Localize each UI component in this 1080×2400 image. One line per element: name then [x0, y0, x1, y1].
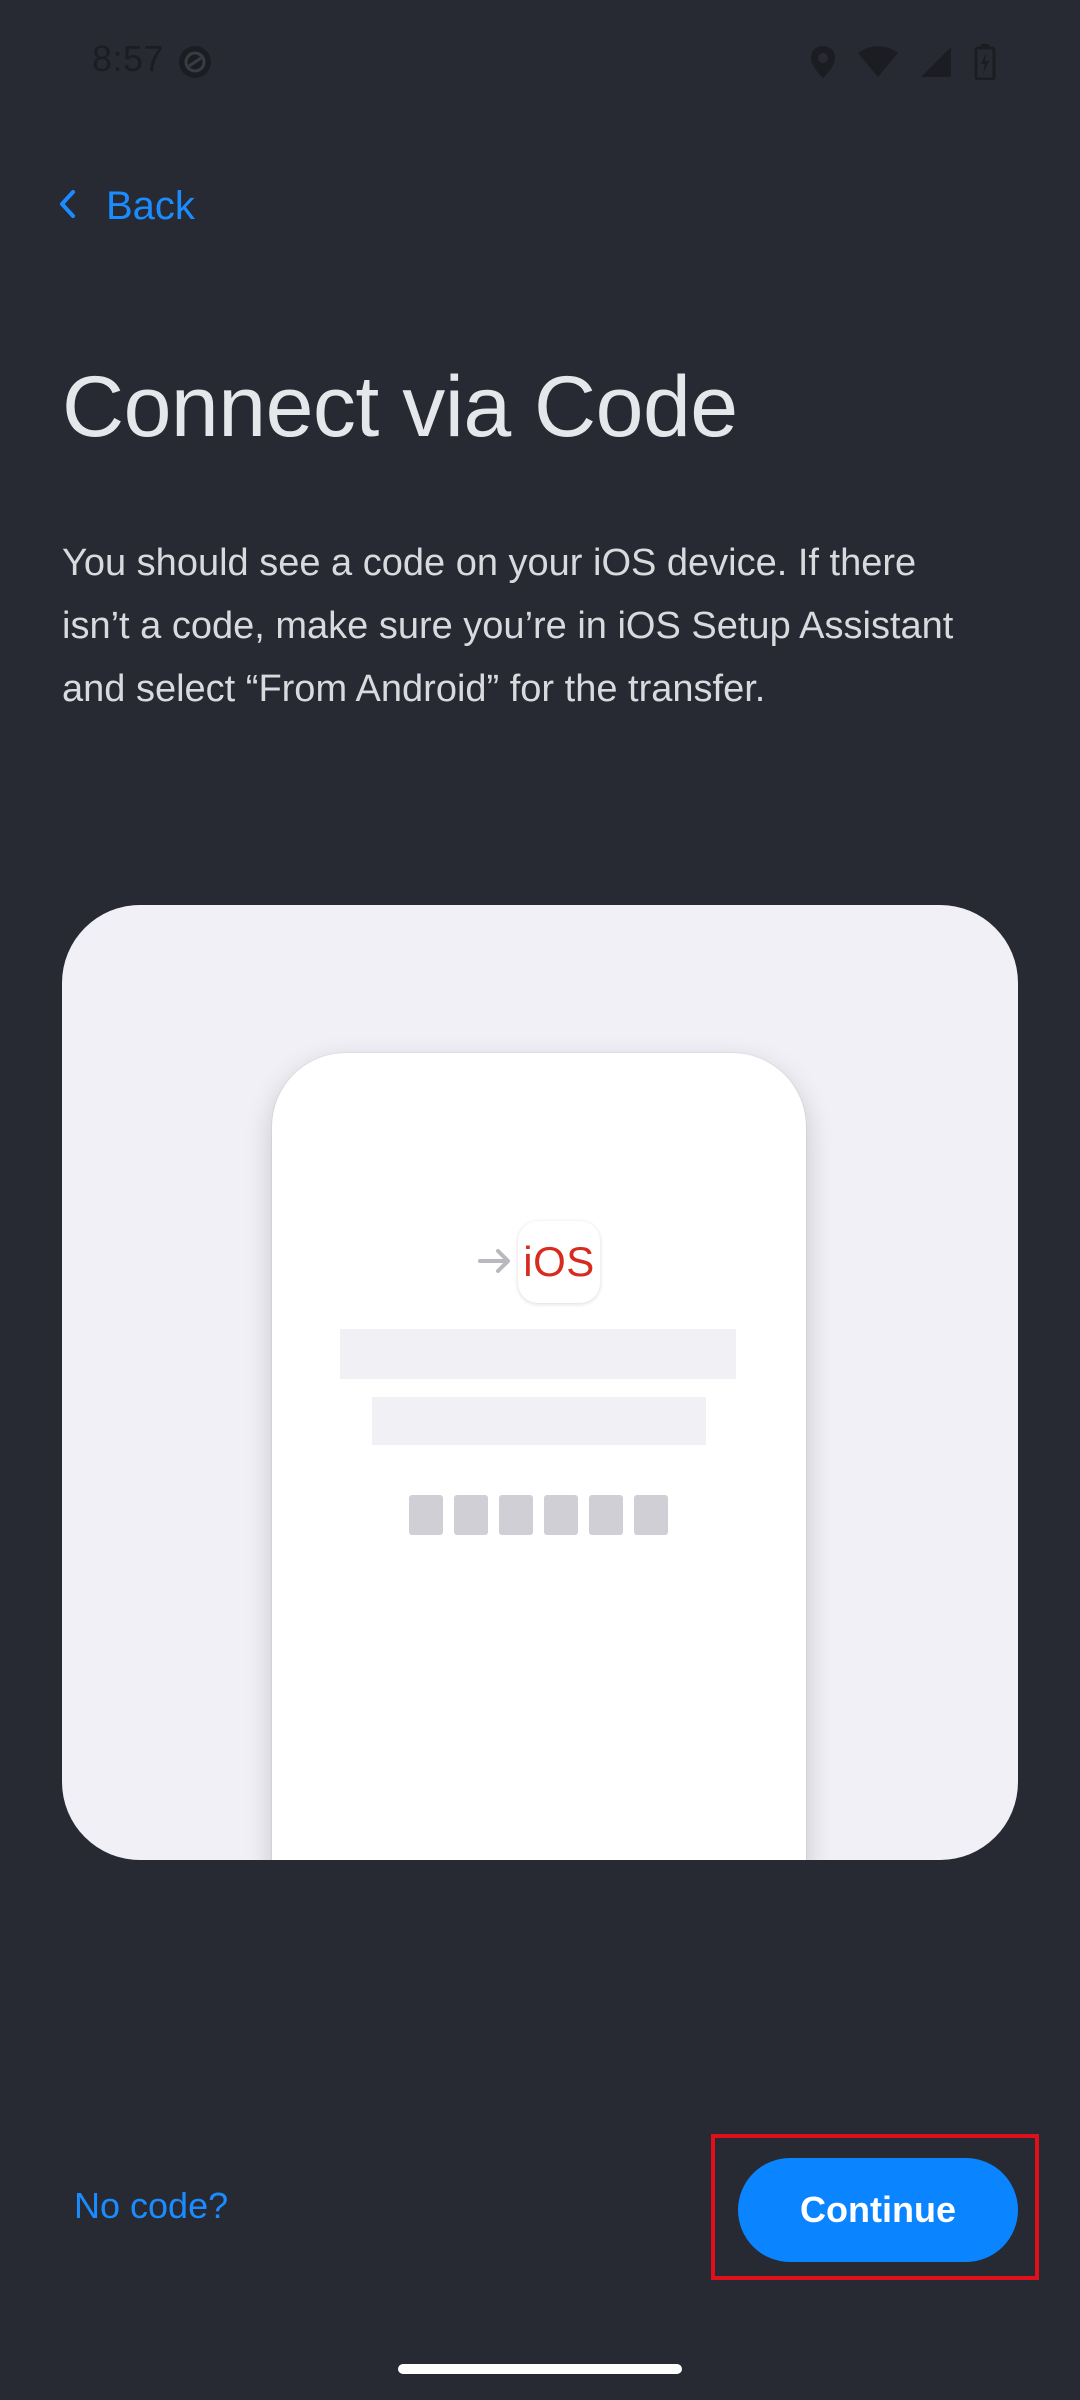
battery-charging-icon: [974, 44, 996, 80]
code-box: [634, 1495, 668, 1535]
app-notification-icon: [178, 45, 212, 79]
chevron-left-icon: [58, 189, 76, 224]
connect-illustration: iOS: [62, 905, 1018, 1860]
cellular-signal-icon: [920, 46, 952, 78]
status-time: 8:57: [92, 38, 165, 79]
code-box: [499, 1495, 533, 1535]
phone-mockup: iOS: [272, 1053, 806, 1860]
page-description: You should see a code on your iOS device…: [62, 542, 954, 710]
code-box: [589, 1495, 623, 1535]
status-bar: 8:57: [0, 0, 1080, 124]
continue-button[interactable]: Continue: [738, 2158, 1018, 2262]
back-button[interactable]: Back: [58, 176, 195, 236]
arrow-right-icon: [478, 1247, 514, 1275]
code-boxes: [409, 1495, 668, 1535]
code-box: [544, 1495, 578, 1535]
code-box: [454, 1495, 488, 1535]
ios-logo-text: iOS: [523, 1238, 595, 1285]
placeholder-text-line: [340, 1329, 736, 1379]
no-code-link[interactable]: No code?: [74, 2185, 228, 2227]
location-icon: [810, 45, 836, 79]
code-box: [409, 1495, 443, 1535]
move-to-ios-logo: iOS: [518, 1221, 600, 1303]
back-label: Back: [106, 183, 195, 228]
page-title: Connect via Code: [62, 359, 738, 455]
wifi-icon: [858, 46, 898, 78]
home-indicator[interactable]: [398, 2364, 682, 2374]
placeholder-text-line: [372, 1397, 706, 1445]
status-icons: [810, 42, 996, 82]
